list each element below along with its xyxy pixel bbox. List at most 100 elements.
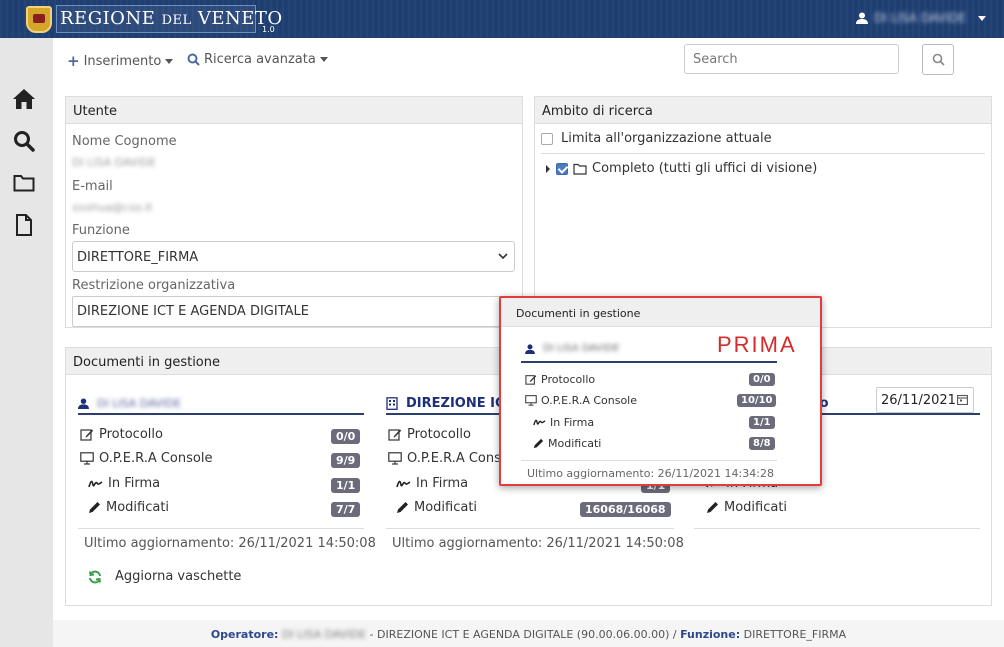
firma-label: In Firma	[108, 476, 161, 491]
popup-opera-row: O.P.E.R.A Console	[525, 394, 637, 407]
user-col-name: DI LISA DAVIDE	[97, 396, 182, 410]
user-icon	[78, 397, 89, 409]
popup-opera-badge: 10/10	[737, 394, 777, 407]
user-modificati-row[interactable]: Modificati	[88, 500, 169, 515]
user-icon	[525, 343, 535, 354]
popup-firma-label: In Firma	[550, 416, 595, 429]
funzione-select[interactable]: DIRETTORE_FIRMA	[72, 241, 515, 272]
calendar-icon[interactable]	[957, 394, 968, 405]
sidebar	[0, 38, 53, 647]
org-firma-row[interactable]: In Firma	[396, 476, 468, 491]
popup-firma-badge: 1/1	[749, 416, 775, 429]
user-opera-badge: 9/9	[331, 453, 361, 468]
popup-updated: Ultimo aggiornamento: 26/11/2021 14:34:2…	[527, 467, 774, 480]
home-icon[interactable]	[12, 87, 36, 111]
restrizione-field[interactable]: DIREZIONE ICT E AGENDA DIGITALE	[72, 296, 515, 327]
user-protocollo-row[interactable]: Protocollo	[80, 427, 163, 442]
funzione-label: Funzione	[72, 223, 130, 238]
search-input[interactable]	[684, 44, 899, 74]
limit-checkbox[interactable]	[541, 132, 553, 145]
chevron-down-icon	[978, 15, 986, 21]
user-menu[interactable]: DI LISA DAVIDE	[856, 11, 986, 25]
folder-icon	[573, 163, 587, 175]
footer-funzione-value: DIRETTORE_FIRMA	[743, 628, 847, 641]
chevron-down-icon	[319, 57, 328, 62]
signature-icon	[533, 419, 546, 426]
org-updated: Ultimo aggiornamento: 26/11/2021 14:50:0…	[392, 536, 684, 551]
signature-icon	[88, 480, 103, 487]
restrizione-label: Restrizione organizzativa	[72, 278, 236, 293]
popup-protocollo-row: Protocollo	[525, 373, 595, 386]
app-version: 1.0	[262, 25, 275, 34]
modificati-label: Modificati	[414, 500, 478, 515]
org-protocollo-row[interactable]: Protocollo	[388, 427, 471, 442]
ambito-title: Ambito di ricerca	[535, 97, 991, 124]
user-col-header[interactable]: DI LISA DAVIDE	[78, 393, 364, 415]
toolbar: + Inserimento Ricerca avanzata	[53, 38, 1004, 82]
search-icon[interactable]	[12, 129, 36, 153]
monitor-icon	[388, 452, 402, 465]
email-label: E-mail	[72, 179, 113, 194]
popup-bottom-divider	[521, 460, 777, 461]
funzione-value: DIRETTORE_FIRMA	[77, 250, 199, 265]
popup-opera-label: O.P.E.R.A Console	[541, 394, 638, 407]
regione-logo-icon	[26, 6, 52, 33]
popup-modificati-badge: 8/8	[749, 437, 775, 450]
name-label: Nome Cognome	[72, 134, 177, 149]
search-icon	[932, 53, 945, 66]
footer: Operatore: DI LISA DAVIDE - DIREZIONE IC…	[53, 620, 1004, 647]
firma-label: In Firma	[416, 476, 469, 491]
org-col-name: DIREZIONE ICT	[406, 395, 514, 411]
popup-firma-row: In Firma	[533, 416, 594, 429]
org-modificati-badge: 16068/16068	[580, 502, 671, 517]
insert-menu[interactable]: + Inserimento	[67, 52, 174, 70]
signature-icon	[396, 480, 411, 487]
user-opera-row[interactable]: O.P.E.R.A Console	[80, 451, 212, 466]
pencil-icon	[397, 502, 408, 513]
monitor-icon	[80, 452, 94, 465]
footer-org-text: - DIREZIONE ICT E AGENDA DIGITALE (90.00…	[369, 628, 677, 641]
building-icon	[386, 396, 398, 410]
limit-row[interactable]: Limita all'organizzazione attuale	[541, 131, 772, 146]
popup-protocollo-label: Protocollo	[541, 373, 596, 386]
refresh-icon	[89, 570, 101, 583]
advanced-search-label: Ricerca avanzata	[204, 52, 316, 67]
org-col-divider	[386, 528, 674, 529]
date-col-divider	[694, 528, 980, 529]
user-firma-row[interactable]: In Firma	[88, 476, 160, 491]
name-value: DI LISA DAVIDE	[72, 156, 157, 169]
insert-label: Inserimento	[83, 53, 162, 69]
edit-icon	[525, 375, 537, 385]
popup-user: DI LISA DAVIDE	[525, 343, 619, 354]
search-button[interactable]	[922, 44, 954, 75]
opera-label: O.P.E.R.A Console	[99, 451, 213, 466]
protocollo-label: Protocollo	[99, 427, 163, 442]
org-modificati-row[interactable]: Modificati	[396, 500, 477, 515]
documenti-popup: Documenti in gestione PRIMA DI LISA DAVI…	[499, 296, 822, 486]
ambito-panel: Ambito di ricerca Limita all'organizzazi…	[534, 96, 992, 328]
modificati-label: Modificati	[106, 500, 170, 515]
email-value: xxxhua@cso.it	[72, 201, 153, 214]
complete-row[interactable]: Completo (tutti gli uffici di visione)	[545, 161, 817, 176]
folder-icon[interactable]	[12, 171, 36, 195]
footer-funzione-label: Funzione:	[680, 628, 741, 641]
advanced-search-menu[interactable]: Ricerca avanzata	[187, 52, 328, 67]
complete-label: Completo (tutti gli uffici di visione)	[592, 161, 818, 176]
popup-protocollo-badge: 0/0	[749, 373, 775, 386]
modificati-label: Modificati	[724, 500, 788, 515]
date-input[interactable]: 26/11/2021	[876, 387, 974, 413]
monitor-icon	[525, 395, 537, 406]
date-modificati-row[interactable]: Modificati	[706, 500, 787, 515]
edit-icon	[80, 429, 94, 441]
popup-modificati-label: Modificati	[548, 437, 602, 450]
prima-stamp: PRIMA	[717, 332, 797, 357]
popup-title: Documenti in gestione	[501, 298, 820, 327]
refresh-button[interactable]: Aggiorna vaschette	[88, 569, 241, 584]
brand-small: DEL	[161, 13, 192, 28]
brand-title[interactable]: REGIONE DEL VENETO	[60, 8, 283, 29]
complete-checkbox[interactable]	[556, 162, 568, 175]
popup-modificati-row: Modificati	[533, 437, 601, 450]
document-icon[interactable]	[12, 213, 36, 237]
caret-right-icon[interactable]	[545, 164, 551, 173]
plus-icon: +	[67, 52, 80, 70]
